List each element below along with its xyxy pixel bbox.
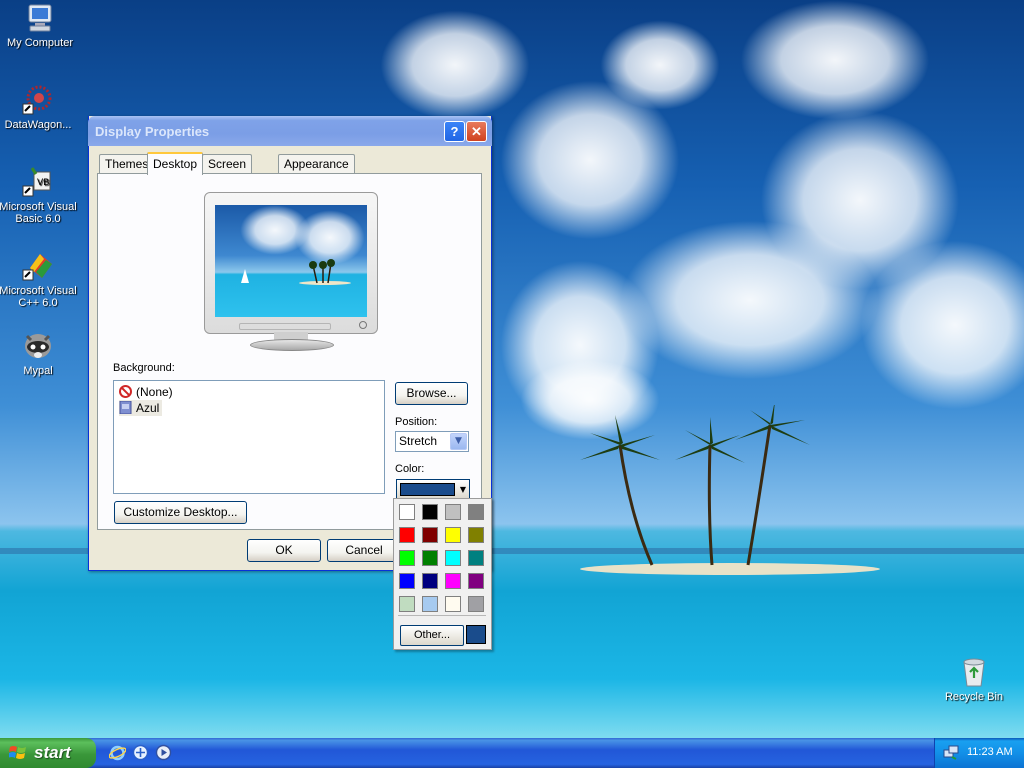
- tab-appearance[interactable]: Appearance: [278, 154, 355, 174]
- desktop-icon-label: Recycle Bin: [944, 691, 1004, 703]
- color-swatch[interactable]: [422, 527, 438, 543]
- monitor-stand: [250, 339, 334, 351]
- visual-basic-icon: VB: [22, 166, 54, 198]
- background-listbox[interactable]: (None) Azul: [113, 380, 385, 494]
- background-label: Background:: [113, 362, 175, 374]
- color-swatch[interactable]: [399, 550, 415, 566]
- internet-explorer-icon[interactable]: [109, 744, 126, 761]
- color-swatch[interactable]: [468, 573, 484, 589]
- popup-separator: [398, 615, 486, 616]
- position-value: Stretch: [399, 434, 438, 448]
- list-item-azul[interactable]: Azul: [119, 400, 163, 416]
- windows-logo-icon: [9, 746, 26, 759]
- position-label: Position:: [395, 416, 438, 428]
- color-swatch[interactable]: [399, 527, 415, 543]
- position-select[interactable]: Stretch ▼: [395, 431, 469, 452]
- color-swatch[interactable]: [422, 550, 438, 566]
- list-item-label: (None): [136, 385, 173, 399]
- preview-palms: [241, 259, 351, 285]
- color-swatch[interactable]: [399, 504, 415, 520]
- desktop-icon-my-computer[interactable]: My Computer: [0, 2, 80, 49]
- image-file-icon: [119, 400, 132, 415]
- color-swatch[interactable]: [399, 596, 415, 612]
- window-title: Display Properties: [95, 124, 210, 139]
- list-item-label: Azul: [136, 401, 160, 415]
- monitor-preview: [204, 192, 378, 351]
- desktop-icon-label: My Computer: [6, 37, 74, 49]
- desktop-icon-label: Microsoft Visual Basic 6.0: [0, 201, 77, 225]
- desktop-icon-mypal[interactable]: Mypal: [0, 330, 78, 377]
- list-item-none[interactable]: (None): [119, 384, 176, 400]
- color-picker-button[interactable]: ▼: [396, 479, 470, 500]
- desktop-icon-visual-basic[interactable]: VB Microsoft Visual Basic 6.0: [0, 166, 78, 225]
- start-button[interactable]: start: [0, 738, 96, 768]
- media-player-icon[interactable]: [155, 744, 172, 761]
- color-swatch[interactable]: [445, 527, 461, 543]
- tab-desktop[interactable]: Desktop: [147, 152, 204, 175]
- cloud: [380, 10, 530, 120]
- dropdown-arrow-icon: ▼: [459, 485, 466, 494]
- power-indicator: [359, 321, 367, 329]
- color-swatch[interactable]: [445, 596, 461, 612]
- cloud: [740, 0, 930, 120]
- desktop-icon-label: DataWagon...: [4, 119, 72, 131]
- help-button[interactable]: ?: [444, 121, 465, 142]
- monitor-slot: [239, 323, 331, 330]
- desktop-icon-recycle-bin[interactable]: Recycle Bin: [934, 656, 1014, 703]
- color-swatch[interactable]: [445, 573, 461, 589]
- desktop-icon-label: Mypal: [23, 365, 53, 377]
- other-color-button[interactable]: Other...: [400, 625, 464, 646]
- color-swatch[interactable]: [468, 596, 484, 612]
- color-swatch[interactable]: [468, 550, 484, 566]
- computer-icon: [24, 2, 56, 34]
- clock[interactable]: 11:23 AM: [967, 746, 1013, 758]
- start-label: start: [34, 743, 71, 762]
- current-color-swatch: [400, 483, 455, 496]
- svg-text:VB: VB: [37, 178, 49, 188]
- cloud: [600, 20, 720, 110]
- color-swatch[interactable]: [399, 573, 415, 589]
- desktop-icon-datawagon[interactable]: DataWagon...: [0, 84, 78, 131]
- system-tray: 11:23 AM: [934, 738, 1024, 768]
- color-swatch[interactable]: [422, 504, 438, 520]
- color-swatch[interactable]: [422, 596, 438, 612]
- color-swatch[interactable]: [468, 504, 484, 520]
- monitor-frame: [204, 192, 378, 334]
- recycle-bin-icon: [958, 656, 990, 688]
- no-entry-icon: [119, 385, 132, 398]
- wallpaper-preview: [215, 205, 367, 317]
- outlook-express-icon[interactable]: [132, 744, 149, 761]
- color-palette-popup: Other...: [393, 498, 492, 650]
- visual-cpp-icon: [22, 250, 54, 282]
- color-swatch[interactable]: [445, 550, 461, 566]
- color-swatch[interactable]: [445, 504, 461, 520]
- raccoon-icon: [22, 330, 54, 362]
- title-bar[interactable]: Display Properties ? ✕: [88, 116, 492, 146]
- datawagon-icon: [22, 84, 54, 116]
- selected-color-swatch[interactable]: [466, 625, 486, 644]
- ok-button[interactable]: OK: [247, 539, 321, 562]
- browse-button[interactable]: Browse...: [395, 382, 468, 405]
- chevron-down-icon[interactable]: ▼: [450, 433, 467, 450]
- color-swatch[interactable]: [468, 527, 484, 543]
- tab-screen-saver[interactable]: Screen Saver: [202, 154, 253, 190]
- desktop-icon-label: Microsoft Visual C++ 6.0: [0, 285, 77, 309]
- color-swatch[interactable]: [422, 573, 438, 589]
- desktop-icon-visual-cpp[interactable]: Microsoft Visual C++ 6.0: [0, 250, 78, 309]
- network-status-icon[interactable]: [943, 745, 959, 761]
- taskbar: start 11:23 AM: [0, 738, 1024, 768]
- customize-desktop-button[interactable]: Customize Desktop...: [114, 501, 247, 524]
- palm-trees: [580, 405, 810, 566]
- cancel-button[interactable]: Cancel: [327, 539, 401, 562]
- color-label: Color:: [395, 463, 425, 475]
- close-button[interactable]: ✕: [466, 121, 487, 142]
- desktop-tab-panel: Background: (None) Azul Browse... Positi…: [97, 173, 482, 530]
